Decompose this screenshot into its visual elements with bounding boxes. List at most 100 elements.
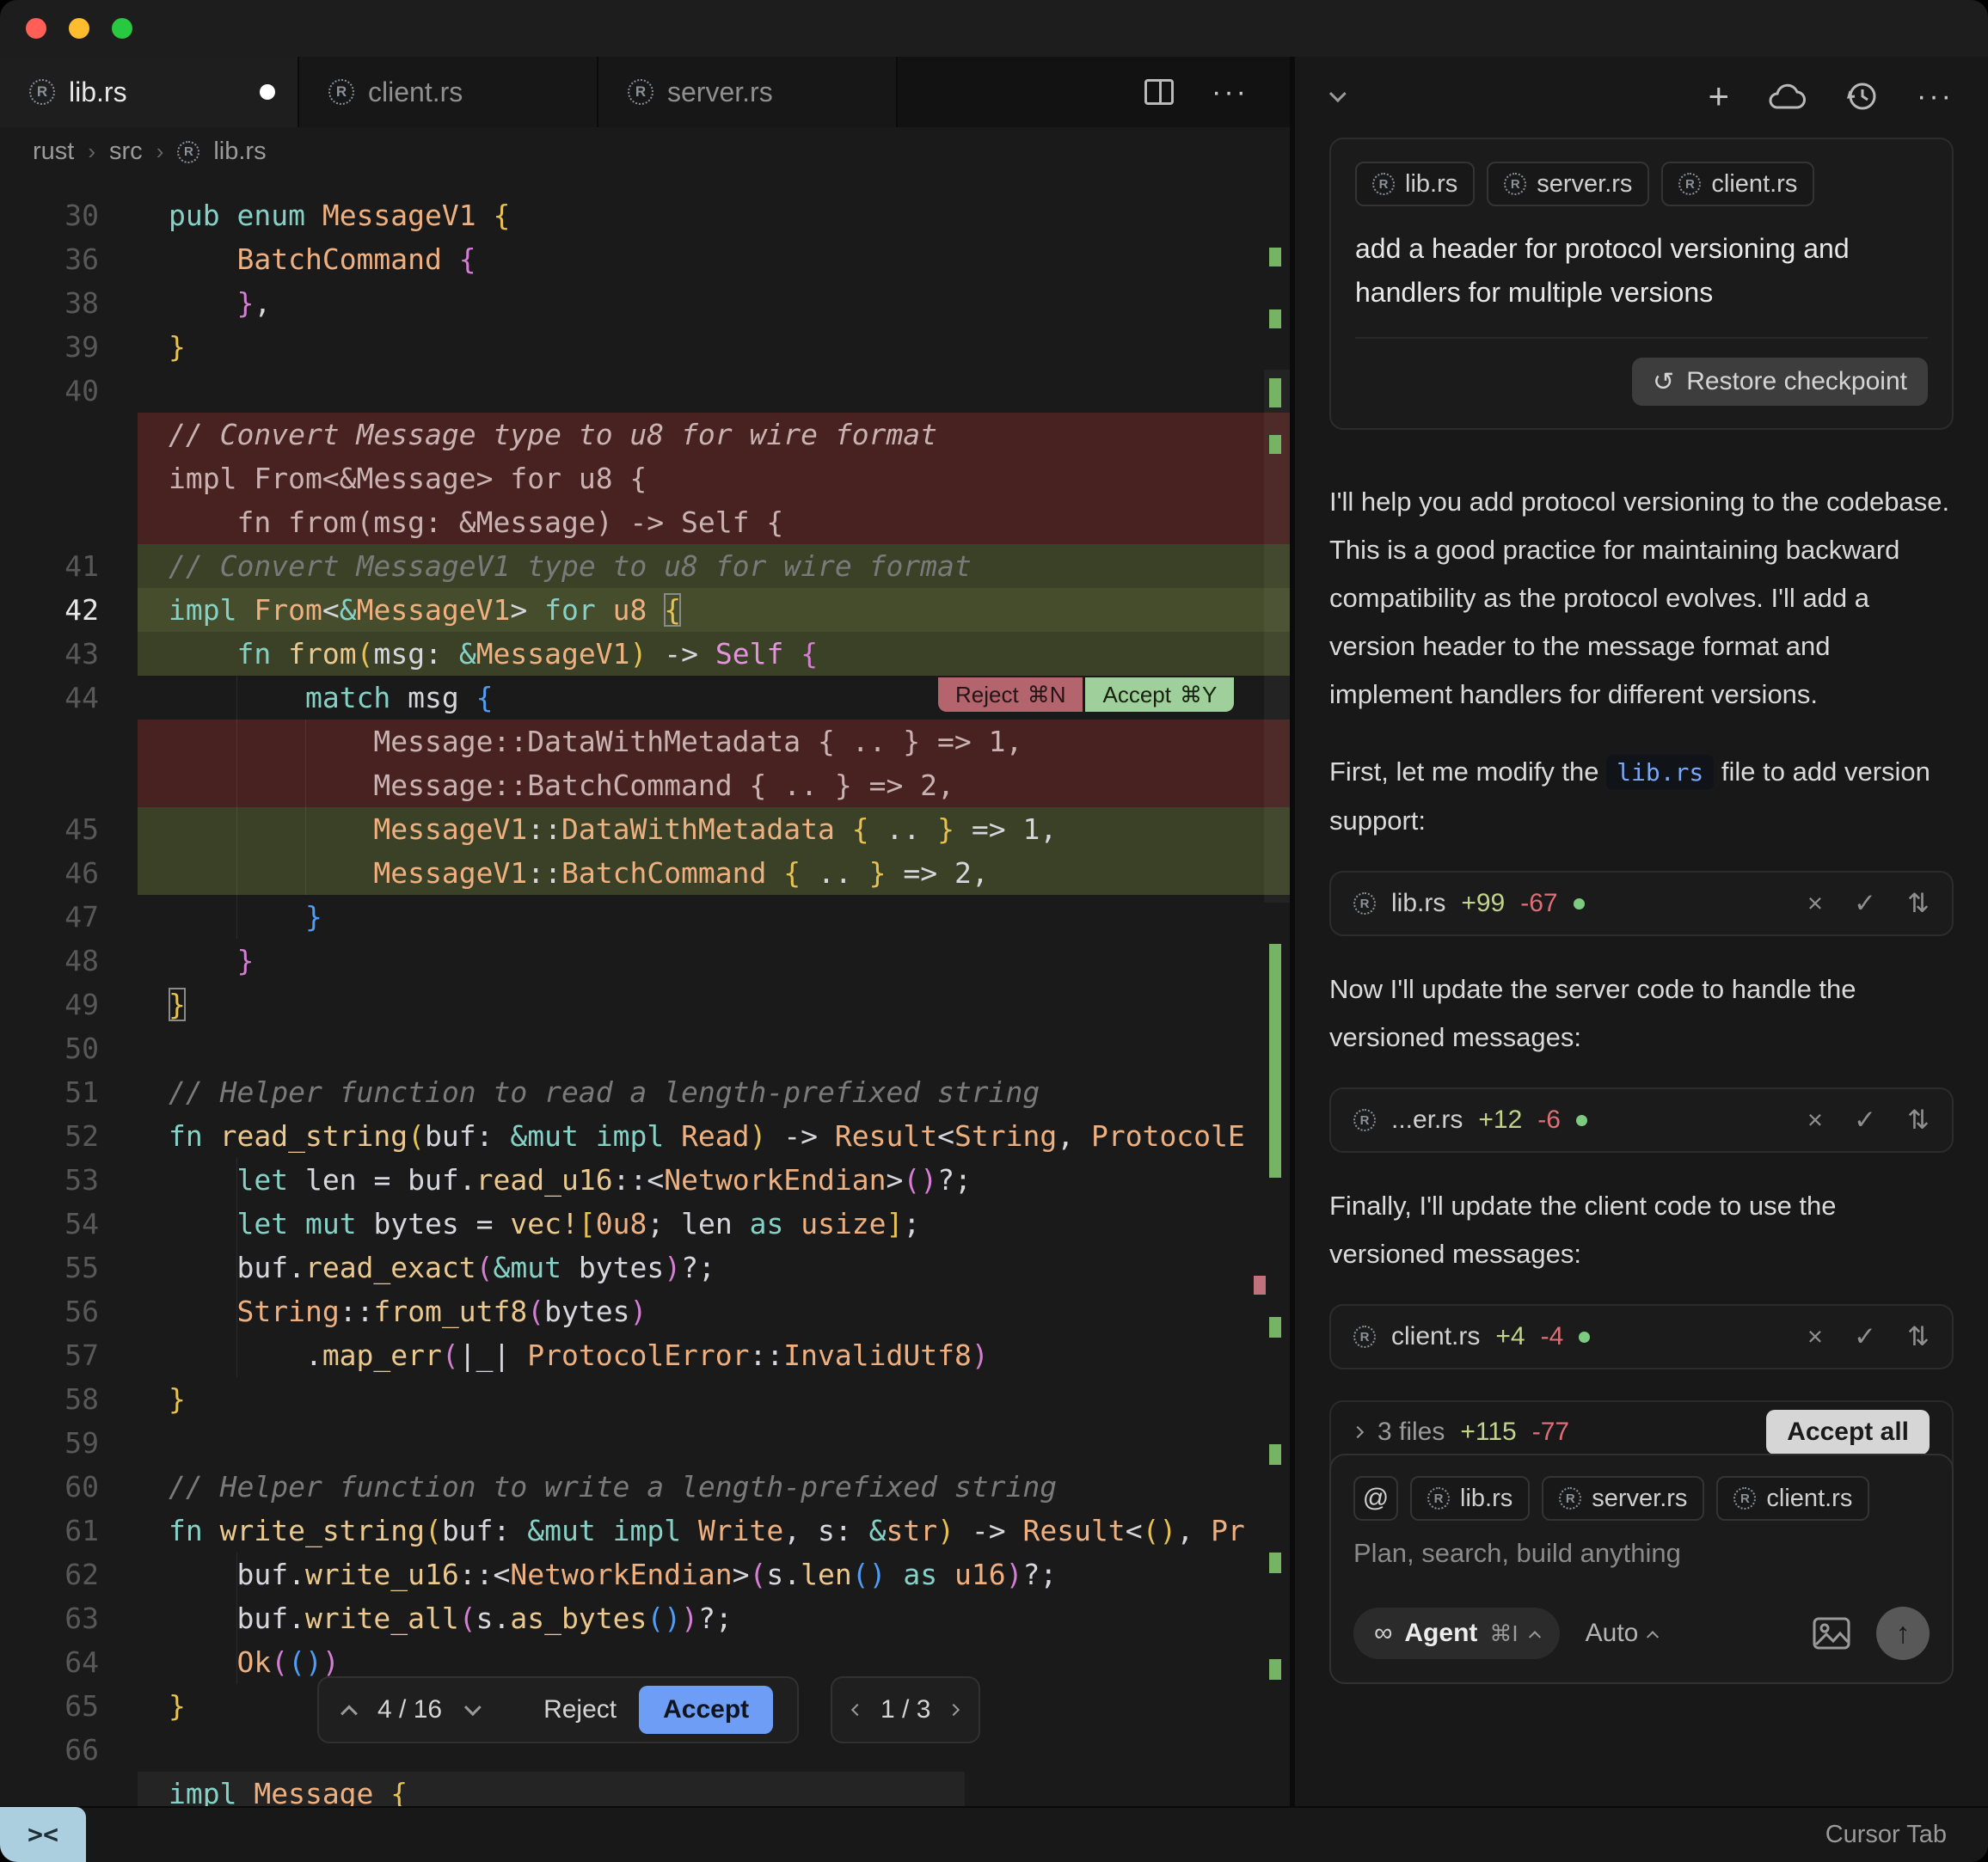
- expand-file-icon[interactable]: ⇅: [1907, 1105, 1930, 1136]
- prev-file-icon[interactable]: [851, 1704, 863, 1716]
- context-pill-client-rs[interactable]: R client.rs: [1716, 1476, 1869, 1521]
- file-change-card-client-rs[interactable]: R client.rs +4 -4 × ✓ ⇅: [1329, 1304, 1954, 1369]
- context-pill-server-rs[interactable]: R server.rs: [1542, 1476, 1704, 1521]
- code-line[interactable]: 51// Helper function to read a length-pr…: [0, 1070, 1290, 1114]
- code-line[interactable]: 53 let len = buf.read_u16::<NetworkEndia…: [0, 1158, 1290, 1202]
- indent-guide: [305, 807, 306, 851]
- code-line[interactable]: 40: [0, 369, 1290, 413]
- expand-file-icon[interactable]: ⇅: [1907, 888, 1930, 919]
- code-line[interactable]: 36 BatchCommand {: [0, 237, 1290, 281]
- code-line[interactable]: 39}: [0, 325, 1290, 369]
- code-line[interactable]: 61fn write_string(buf: &mut impl Write, …: [0, 1509, 1290, 1553]
- code-line[interactable]: 55 buf.read_exact(&mut bytes)?;: [0, 1246, 1290, 1289]
- cloud-icon[interactable]: [1767, 82, 1807, 111]
- model-selector[interactable]: Auto: [1586, 1619, 1658, 1648]
- chat-input-box[interactable]: @ R lib.rs R server.rs R client.rs Plan,…: [1329, 1454, 1954, 1684]
- code-line[interactable]: 49}: [0, 983, 1290, 1026]
- tab-lib-rs[interactable]: R lib.rs: [0, 57, 299, 127]
- restore-checkpoint-button[interactable]: ↺ Restore checkpoint: [1632, 358, 1928, 406]
- next-file-icon[interactable]: [948, 1704, 960, 1716]
- code-line[interactable]: 59: [0, 1421, 1290, 1465]
- code-line[interactable]: 62 buf.write_u16::<NetworkEndian>(s.len(…: [0, 1553, 1290, 1596]
- accept-file-icon[interactable]: ✓: [1854, 888, 1876, 919]
- reject-file-icon[interactable]: ×: [1807, 1321, 1823, 1352]
- code-token: (: [271, 1645, 288, 1679]
- send-button[interactable]: ↑: [1876, 1607, 1930, 1660]
- breadcrumb-item[interactable]: src: [109, 138, 143, 166]
- code-editor[interactable]: 30pub enum MessageV1 {36 BatchCommand {3…: [0, 176, 1290, 1806]
- code-line[interactable]: 58}: [0, 1377, 1290, 1421]
- file-pill-lib-rs[interactable]: R lib.rs: [1355, 162, 1475, 206]
- expand-file-icon[interactable]: ⇅: [1907, 1321, 1930, 1352]
- tab-server-rs[interactable]: R server.rs: [598, 57, 898, 127]
- code-line[interactable]: 54 let mut bytes = vec![0u8; len as usiz…: [0, 1202, 1290, 1246]
- breadcrumb-item[interactable]: rust: [33, 138, 74, 166]
- chevron-down-icon[interactable]: [1329, 85, 1347, 102]
- accept-all-button[interactable]: Accept all: [1766, 1410, 1930, 1455]
- code-line[interactable]: 50: [0, 1026, 1290, 1070]
- close-window-button[interactable]: [26, 18, 46, 39]
- split-editor-icon[interactable]: [1144, 79, 1174, 105]
- code-line[interactable]: 43 fn from(msg: &MessageV1) -> Self {: [0, 632, 1290, 676]
- code-line[interactable]: 46 MessageV1::BatchCommand { .. } => 2,: [0, 851, 1290, 895]
- file-pill-server-rs[interactable]: R server.rs: [1487, 162, 1649, 206]
- rust-file-icon: R: [1427, 1487, 1450, 1510]
- accept-file-icon[interactable]: ✓: [1854, 1321, 1876, 1352]
- code-line[interactable]: 52fn read_string(buf: &mut impl Read) ->…: [0, 1114, 1290, 1158]
- code-line[interactable]: 45 MessageV1::DataWithMetadata { .. } =>…: [0, 807, 1290, 851]
- zoom-window-button[interactable]: [112, 18, 132, 39]
- code-line[interactable]: 38 },: [0, 281, 1290, 325]
- history-icon[interactable]: [1844, 79, 1879, 113]
- more-actions-icon[interactable]: ···: [1212, 76, 1249, 109]
- code-line[interactable]: 30pub enum MessageV1 {: [0, 193, 1290, 237]
- file-change-card-lib-rs[interactable]: R lib.rs +99 -67 × ✓ ⇅: [1329, 871, 1954, 936]
- chevron-up-icon: [1647, 1631, 1659, 1643]
- accept-file-icon[interactable]: ✓: [1854, 1105, 1876, 1136]
- panel-toggle-button[interactable]: ><: [0, 1807, 86, 1862]
- breadcrumb-item[interactable]: lib.rs: [213, 138, 266, 166]
- accept-button[interactable]: Accept: [639, 1686, 773, 1734]
- code-token: &: [459, 637, 476, 671]
- pending-dot-icon: [1576, 1115, 1587, 1126]
- chat-input-placeholder[interactable]: Plan, search, build anything: [1353, 1538, 1930, 1569]
- minimize-window-button[interactable]: [69, 18, 89, 39]
- code-line[interactable]: 56 String::from_utf8(bytes): [0, 1289, 1290, 1333]
- context-pill-lib-rs[interactable]: R lib.rs: [1410, 1476, 1530, 1521]
- code-line[interactable]: 57 .map_err(|_| ProtocolError::InvalidUt…: [0, 1333, 1290, 1377]
- code-line[interactable]: 48 }: [0, 939, 1290, 983]
- new-chat-icon[interactable]: +: [1709, 76, 1730, 117]
- reject-button[interactable]: Reject: [543, 1695, 617, 1724]
- code-line[interactable]: 47 }: [0, 895, 1290, 939]
- code-text: // Convert MessageV1 type to u8 for wire…: [138, 544, 1290, 588]
- code-line[interactable]: fn from(msg: &Message) -> Self {: [0, 500, 1290, 544]
- code-line[interactable]: impl Message {: [0, 1772, 1290, 1806]
- code-text: Message::BatchCommand { .. } => 2,: [138, 763, 1290, 807]
- code-text: }: [138, 983, 1290, 1026]
- code-line[interactable]: 60// Helper function to write a length-p…: [0, 1465, 1290, 1509]
- code-line[interactable]: // Convert Message type to u8 for wire f…: [0, 413, 1290, 456]
- reject-file-icon[interactable]: ×: [1807, 888, 1823, 919]
- code-line[interactable]: 41// Convert MessageV1 type to u8 for wi…: [0, 544, 1290, 588]
- code-text: buf.write_all(s.as_bytes())?;: [138, 1596, 1290, 1640]
- panel-more-icon[interactable]: ···: [1917, 80, 1954, 113]
- prev-change-icon[interactable]: [341, 1705, 358, 1722]
- attach-image-button[interactable]: [1813, 1617, 1850, 1650]
- accept-hunk-button[interactable]: Accept⌘Y: [1085, 677, 1234, 712]
- agent-mode-selector[interactable]: ∞ Agent ⌘I: [1353, 1608, 1560, 1659]
- tab-client-rs[interactable]: R client.rs: [299, 57, 598, 127]
- add-context-button[interactable]: @: [1353, 1476, 1398, 1521]
- file-change-card-server-rs[interactable]: R ...er.rs +12 -6 × ✓ ⇅: [1329, 1087, 1954, 1153]
- next-change-icon[interactable]: [464, 1699, 482, 1716]
- code-line[interactable]: impl From<&Message> for u8 {: [0, 456, 1290, 500]
- code-token: BatchCommand: [236, 242, 458, 276]
- file-pill-client-rs[interactable]: R client.rs: [1661, 162, 1814, 206]
- code-line[interactable]: 42impl From<&MessageV1> for u8 {: [0, 588, 1290, 632]
- code-line[interactable]: Message::BatchCommand { .. } => 2,: [0, 763, 1290, 807]
- code-line[interactable]: Message::DataWithMetadata { .. } => 1,: [0, 720, 1290, 763]
- code-token: // Helper function to write a length-pre…: [169, 1470, 1057, 1504]
- reject-hunk-button[interactable]: Reject⌘N: [938, 677, 1083, 712]
- reject-file-icon[interactable]: ×: [1807, 1105, 1823, 1136]
- code-line[interactable]: 63 buf.write_all(s.as_bytes())?;: [0, 1596, 1290, 1640]
- breadcrumb-separator-icon: ›: [156, 138, 164, 165]
- chevron-right-icon: [1352, 1426, 1364, 1438]
